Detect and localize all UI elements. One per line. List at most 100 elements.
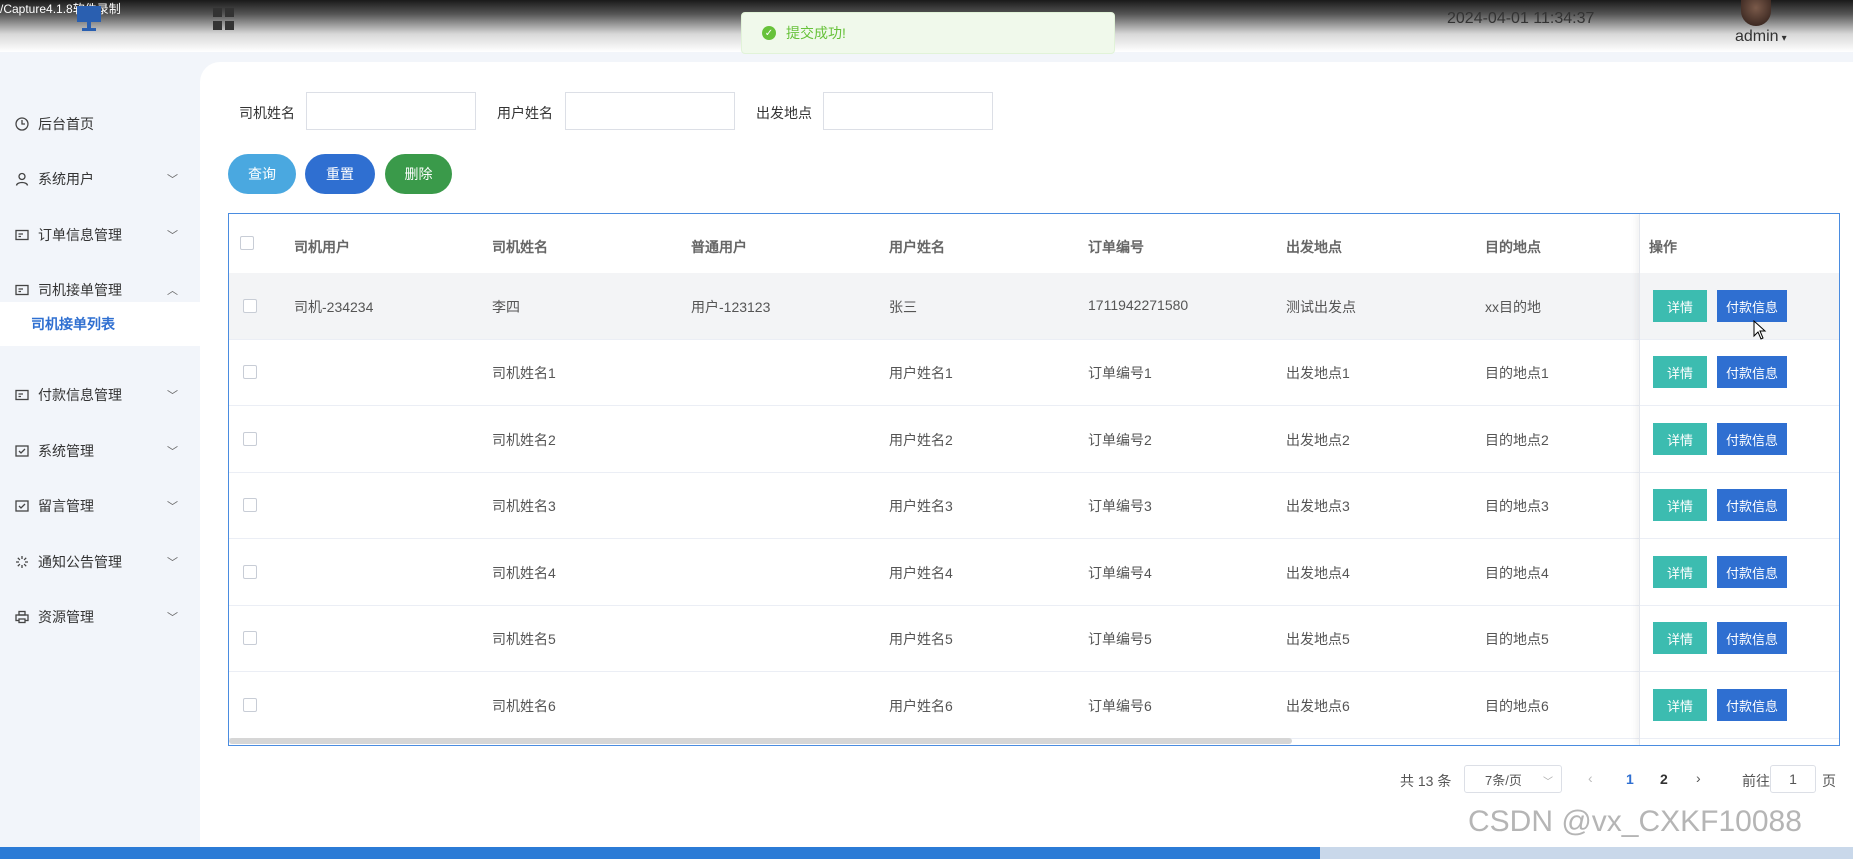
- table-row[interactable]: 司机姓名1 用户姓名1 订单编号1 出发地点1 目的地点1: [229, 339, 1839, 406]
- sidebar-item-system-management[interactable]: 系统管理 ﹀: [0, 431, 200, 471]
- user-menu[interactable]: admin ▾: [1735, 28, 1787, 46]
- checkbox-icon: [14, 443, 30, 459]
- table-cell: 订单编号4: [1088, 565, 1152, 581]
- watermark: CSDN @vx_CXKF10088: [1468, 805, 1802, 838]
- chevron-down-icon: ﹀: [167, 174, 178, 186]
- delete-button[interactable]: 删除: [385, 154, 452, 194]
- table-row[interactable]: 司机-234234 李四 用户-123123 张三 1711942271580 …: [229, 273, 1839, 340]
- toast-message: 提交成功!: [786, 25, 846, 41]
- user-icon: [14, 171, 30, 187]
- row-checkbox[interactable]: [243, 631, 257, 645]
- table-cell: 订单编号5: [1088, 631, 1152, 647]
- sidebar-item-system-users[interactable]: 系统用户 ﹀: [0, 159, 200, 199]
- detail-button[interactable]: 详情: [1653, 356, 1707, 388]
- detail-button[interactable]: 详情: [1653, 290, 1707, 322]
- mouse-cursor-icon: [1753, 319, 1767, 345]
- driver-name-label: 司机姓名: [239, 105, 295, 121]
- row-checkbox[interactable]: [243, 299, 257, 313]
- payment-info-button[interactable]: 付款信息: [1717, 489, 1787, 521]
- table-cell: 用户姓名6: [889, 698, 953, 714]
- sidebar-item-label: 系统管理: [38, 443, 94, 459]
- total-count: 共 13 条: [1400, 773, 1452, 789]
- chevron-down-icon: ﹀: [167, 390, 178, 402]
- user-name-input[interactable]: [565, 92, 735, 130]
- column-header: 司机姓名: [492, 239, 548, 255]
- user-name: admin: [1735, 28, 1779, 45]
- card-icon: [14, 387, 30, 403]
- payment-info-button[interactable]: 付款信息: [1717, 356, 1787, 388]
- sidebar-item-notices[interactable]: 通知公告管理 ﹀: [0, 542, 200, 582]
- query-button[interactable]: 查询: [228, 154, 296, 194]
- page-size-select[interactable]: 7条/页 ﹀: [1464, 765, 1562, 793]
- payment-info-button[interactable]: 付款信息: [1717, 556, 1787, 588]
- chevron-down-icon: ﹀: [167, 612, 178, 624]
- prev-page-icon[interactable]: ‹: [1588, 770, 1593, 786]
- sidebar-item-messages[interactable]: 留言管理 ﹀: [0, 486, 200, 526]
- sidebar-item-label: 资源管理: [38, 609, 94, 625]
- table-cell: 出发地点6: [1286, 698, 1350, 714]
- horizontal-scrollbar[interactable]: [229, 738, 1292, 744]
- row-checkbox[interactable]: [243, 565, 257, 579]
- sidebar-item-resources[interactable]: 资源管理 ﹀: [0, 597, 200, 637]
- detail-button[interactable]: 详情: [1653, 423, 1707, 455]
- payment-info-button[interactable]: 付款信息: [1717, 689, 1787, 721]
- reset-button[interactable]: 重置: [305, 154, 375, 194]
- card-icon: [14, 227, 30, 243]
- goto-page-input[interactable]: 1: [1770, 765, 1816, 793]
- column-header: 普通用户: [691, 239, 747, 255]
- detail-button[interactable]: 详情: [1653, 556, 1707, 588]
- sidebar-item-payments[interactable]: 付款信息管理 ﹀: [0, 375, 200, 415]
- detail-button[interactable]: 详情: [1653, 689, 1707, 721]
- page-number[interactable]: 2: [1660, 771, 1668, 787]
- sidebar-subitem-label: 司机接单列表: [31, 316, 115, 332]
- chevron-down-icon: ﹀: [167, 230, 178, 242]
- printer-icon: [14, 609, 30, 625]
- menu-grid-icon[interactable]: [213, 8, 235, 30]
- payment-info-button[interactable]: 付款信息: [1717, 290, 1787, 322]
- table-row[interactable]: 司机姓名2 用户姓名2 订单编号2 出发地点2 目的地点2: [229, 406, 1839, 473]
- page-unit-label: 页: [1822, 773, 1836, 789]
- origin-input[interactable]: [823, 92, 993, 130]
- row-checkbox[interactable]: [243, 498, 257, 512]
- page-number[interactable]: 1: [1626, 771, 1634, 787]
- success-toast: ✓ 提交成功!: [741, 12, 1115, 54]
- table-cell: 司机姓名5: [492, 631, 556, 647]
- table-cell: 订单编号3: [1088, 498, 1152, 514]
- next-page-icon[interactable]: ›: [1696, 770, 1701, 786]
- select-all-checkbox[interactable]: [240, 236, 254, 250]
- table-row[interactable]: 司机姓名5 用户姓名5 订单编号5 出发地点5 目的地点5: [229, 605, 1839, 672]
- table-cell: 目的地点2: [1485, 432, 1549, 448]
- table-cell: 出发地点1: [1286, 365, 1350, 381]
- sidebar-item-label: 付款信息管理: [38, 387, 122, 403]
- table-cell: 出发地点5: [1286, 631, 1350, 647]
- table-cell: 出发地点2: [1286, 432, 1350, 448]
- taskbar-strip: [0, 847, 1853, 859]
- avatar[interactable]: [1741, 0, 1771, 26]
- row-checkbox[interactable]: [243, 432, 257, 446]
- table-cell: 出发地点3: [1286, 498, 1350, 514]
- table-row[interactable]: 司机姓名3 用户姓名3 订单编号3 出发地点3 目的地点3: [229, 472, 1839, 539]
- table-cell: 目的地点5: [1485, 631, 1549, 647]
- sidebar-item-orders[interactable]: 订单信息管理 ﹀: [0, 215, 200, 255]
- table-row[interactable]: 司机姓名6 用户姓名6 订单编号6 出发地点6 目的地点6: [229, 672, 1839, 739]
- sidebar-item-home[interactable]: 后台首页: [0, 104, 200, 144]
- table-row[interactable]: 司机姓名4 用户姓名4 订单编号4 出发地点4 目的地点4: [229, 539, 1839, 606]
- table-cell: 张三: [889, 299, 917, 315]
- sidebar-subitem-driver-order-list[interactable]: 司机接单列表: [0, 302, 200, 346]
- payment-info-button[interactable]: 付款信息: [1717, 622, 1787, 654]
- table-cell: 目的地点3: [1485, 498, 1549, 514]
- column-header: 目的地点: [1485, 239, 1541, 255]
- card-icon: [14, 282, 30, 298]
- clock-icon: [14, 116, 30, 132]
- driver-name-input[interactable]: [306, 92, 476, 130]
- origin-label: 出发地点: [756, 105, 812, 121]
- detail-button[interactable]: 详情: [1653, 622, 1707, 654]
- row-checkbox[interactable]: [243, 698, 257, 712]
- sidebar-item-label: 司机接单管理: [38, 282, 122, 298]
- row-checkbox[interactable]: [243, 365, 257, 379]
- column-header: 订单编号: [1088, 239, 1144, 255]
- table-cell: 测试出发点: [1286, 299, 1356, 315]
- payment-info-button[interactable]: 付款信息: [1717, 423, 1787, 455]
- table-cell: 李四: [492, 299, 520, 315]
- detail-button[interactable]: 详情: [1653, 489, 1707, 521]
